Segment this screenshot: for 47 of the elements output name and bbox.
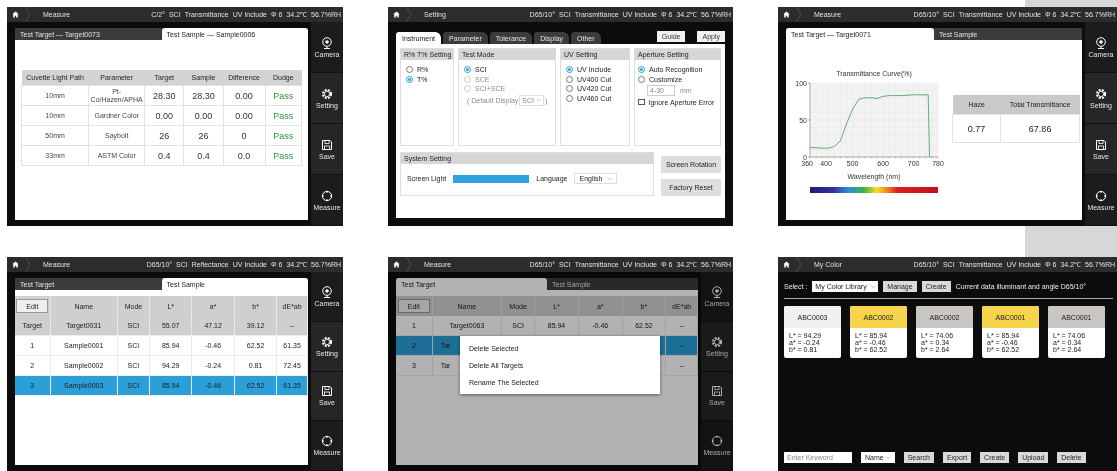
settings-icon <box>321 335 333 348</box>
result-cell: Pass <box>265 125 302 146</box>
home-icon[interactable] <box>393 261 400 268</box>
breadcrumb-separator-icon <box>25 7 31 22</box>
crosshair-icon <box>711 435 723 448</box>
breadcrumb-separator-icon <box>796 257 802 272</box>
table-cell: 0.00 <box>223 105 266 126</box>
table-cell: 28.30 <box>144 85 184 106</box>
home-icon[interactable] <box>12 11 19 18</box>
crosshair-icon <box>321 435 333 448</box>
settings-icon <box>711 335 723 348</box>
camera-icon <box>321 285 333 298</box>
settings-icon <box>321 87 333 100</box>
home-icon[interactable] <box>12 261 19 268</box>
breadcrumb-separator-icon <box>406 7 412 22</box>
brightness-slider[interactable] <box>453 174 530 183</box>
table-cell: 26 <box>144 125 184 146</box>
table-cell: 0.00 <box>144 105 184 126</box>
crosshair-icon <box>1095 189 1107 202</box>
caret-icon <box>885 455 891 460</box>
table-cell: 0.77 <box>952 114 1001 143</box>
table-cell: 0.00 <box>223 85 266 106</box>
result-cell: Pass <box>265 85 302 106</box>
home-icon[interactable] <box>393 11 400 18</box>
table-cell: 0.00 <box>183 105 224 126</box>
table-cell: 67.86 <box>1000 114 1080 143</box>
breadcrumb-separator-icon <box>25 257 31 272</box>
camera-icon <box>321 36 333 49</box>
result-cell: Pass <box>265 105 302 126</box>
table-cell: 0.4 <box>144 145 184 166</box>
caret-icon <box>870 284 876 289</box>
breadcrumb-separator-icon <box>796 7 802 22</box>
settings-icon <box>1095 87 1107 100</box>
home-icon[interactable] <box>783 261 790 268</box>
crosshair-icon <box>321 189 333 202</box>
result-cell: Pass <box>265 145 302 166</box>
table-cell: 28.30 <box>183 85 224 106</box>
table-cell: 0.0 <box>223 145 266 166</box>
breadcrumb-separator-icon <box>406 257 412 272</box>
camera-icon <box>1095 36 1107 49</box>
table-cell: 26 <box>183 125 224 146</box>
table-cell: 0.4 <box>183 145 224 166</box>
table-cell: 0 <box>223 125 266 146</box>
home-icon[interactable] <box>783 11 790 18</box>
caret-icon <box>536 98 542 102</box>
camera-icon <box>711 285 723 298</box>
caret-icon <box>607 176 613 181</box>
